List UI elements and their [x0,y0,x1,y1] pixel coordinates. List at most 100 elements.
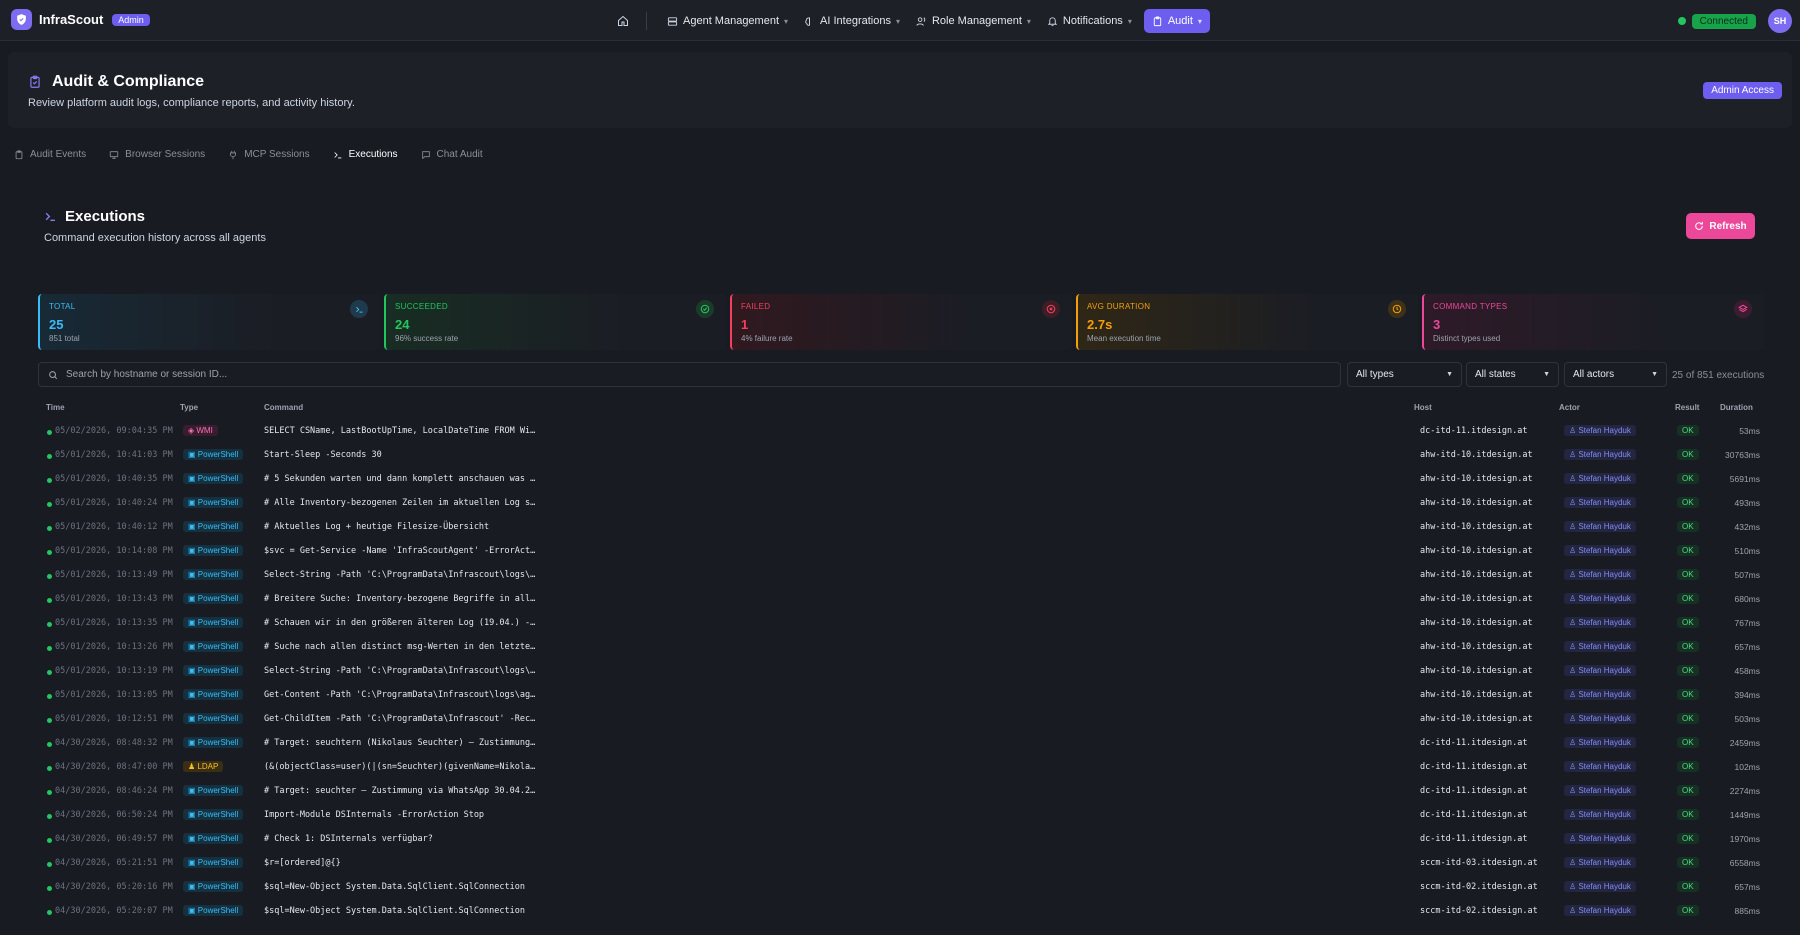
tab-chat-audit[interactable]: Chat Audit [421,149,483,160]
type-label: PowerShell [197,666,239,675]
actor-name: Stefan Hayduk [1578,450,1631,459]
col-command[interactable]: Command [264,403,303,412]
table-row[interactable]: 04/30/2026, 05:21:51 PM ▣ PowerShell $r=[o… [38,852,1762,876]
cell-command[interactable]: # 5 Sekunden warten und dann komplett an… [264,474,535,484]
table-row[interactable]: 05/01/2026, 10:40:12 PM ▣ PowerShell # Akt… [38,516,1762,540]
cell-command[interactable]: $sql=New-Object System.Data.SqlClient.Sq… [264,906,525,916]
table-row[interactable]: 05/01/2026, 10:40:24 PM ▣ PowerShell # All… [38,492,1762,516]
cell-host: ahw-itd-10.itdesign.at [1420,546,1533,556]
cell-command[interactable]: # Aktuelles Log + heutige Filesize-Übers… [264,522,489,532]
type-icon: ▣ [188,498,198,507]
type-label: PowerShell [197,618,239,627]
cell-command[interactable]: # Target: seuchter — Zustimmung via What… [264,786,535,796]
table-row[interactable]: 04/30/2026, 05:20:16 PM ▣ PowerShell $sql=… [38,876,1762,900]
cell-host: dc-itd-11.itdesign.at [1420,834,1528,844]
col-result[interactable]: Result [1675,403,1699,412]
type-badge: ▣ PowerShell [183,713,244,724]
search-input[interactable]: Search by hostname or session ID... [38,362,1341,387]
type-filter-select[interactable]: All types ▼ [1347,362,1462,387]
table-row[interactable]: 05/02/2026, 09:04:35 PM ◈ WMI SELECT CSNam… [38,420,1762,444]
check-circle-icon [696,300,714,318]
actor-badge: ♙ Stefan Hayduk [1564,497,1636,508]
cell-time: 05/01/2026, 10:14:08 PM [55,546,173,556]
table-row[interactable]: 04/30/2026, 08:47:00 PM ♟ LDAP (&(objectCl… [38,756,1762,780]
cell-command[interactable]: Select-String -Path 'C:\ProgramData\Infr… [264,666,535,676]
result-badge: OK [1677,497,1699,508]
type-label: PowerShell [197,738,239,747]
cell-time: 05/01/2026, 10:13:49 PM [55,570,173,580]
cell-command[interactable]: (&(objectClass=user)(|(sn=Seuchter)(give… [264,762,535,772]
table-row[interactable]: 04/30/2026, 08:48:32 PM ▣ PowerShell # Tar… [38,732,1762,756]
col-host[interactable]: Host [1414,403,1432,412]
table-row[interactable]: 05/01/2026, 10:13:43 PM ▣ PowerShell # Bre… [38,588,1762,612]
actor-badge: ♙ Stefan Hayduk [1564,641,1636,652]
result-badge: OK [1677,881,1699,892]
cell-command[interactable]: # Breitere Suche: Inventory-bezogene Beg… [264,594,535,604]
table-row[interactable]: 05/01/2026, 10:40:35 PM ▣ PowerShell # 5 S… [38,468,1762,492]
table-row[interactable]: 05/01/2026, 10:13:35 PM ▣ PowerShell # Sch… [38,612,1762,636]
table-row[interactable]: 05/01/2026, 10:13:26 PM ▣ PowerShell # Suc… [38,636,1762,660]
nav-agent-management[interactable]: Agent Management ▾ [659,9,796,33]
cell-command[interactable]: # Check 1: DSInternals verfügbar? [264,834,433,844]
status-dot [47,622,52,627]
table-row[interactable]: 04/30/2026, 08:46:24 PM ▣ PowerShell # Tar… [38,780,1762,804]
type-icon: ▣ [188,450,198,459]
actor-badge: ♙ Stefan Hayduk [1564,665,1636,676]
table-row[interactable]: 05/01/2026, 10:13:19 PM ▣ PowerShell Selec… [38,660,1762,684]
type-badge: ▣ PowerShell [183,593,244,604]
type-label: PowerShell [197,594,239,603]
tab-audit-events[interactable]: Audit Events [14,149,86,160]
actor-name: Stefan Hayduk [1578,906,1631,915]
home-icon[interactable] [612,10,634,32]
type-label: PowerShell [197,546,239,555]
tab-mcp-sessions[interactable]: MCP Sessions [228,149,310,160]
cell-command[interactable]: Get-ChildItem -Path 'C:\ProgramData\Infr… [264,714,535,724]
table-row[interactable]: 04/30/2026, 05:20:07 PM ▣ PowerShell $sql=… [38,900,1762,924]
table-row[interactable]: 05/01/2026, 10:12:51 PM ▣ PowerShell Get-C… [38,708,1762,732]
nav-ai-integrations[interactable]: AI Integrations ▾ [796,9,908,33]
cell-host: ahw-itd-10.itdesign.at [1420,570,1533,580]
nav-audit[interactable]: Audit ▾ [1143,9,1210,33]
cell-command[interactable]: Import-Module DSInternals -ErrorAction S… [264,810,484,820]
table-row[interactable]: 05/01/2026, 10:14:08 PM ▣ PowerShell $svc … [38,540,1762,564]
table-row[interactable]: 04/30/2026, 06:50:24 PM ▣ PowerShell Impor… [38,804,1762,828]
table-row[interactable]: 05/01/2026, 10:41:03 PM ▣ PowerShell Start… [38,444,1762,468]
col-type[interactable]: Type [180,403,198,412]
status-dot [47,766,52,771]
cell-command[interactable]: Get-Content -Path 'C:\ProgramData\Infras… [264,690,535,700]
actor-badge: ♙ Stefan Hayduk [1564,689,1636,700]
cell-time: 04/30/2026, 08:47:00 PM [55,762,173,772]
user-avatar[interactable]: SH [1768,9,1792,33]
state-filter-select[interactable]: All states ▼ [1466,362,1559,387]
table-row[interactable]: 05/01/2026, 10:13:49 PM ▣ PowerShell Selec… [38,564,1762,588]
cell-command[interactable]: Select-String -Path 'C:\ProgramData\Infr… [264,570,535,580]
status-dot [47,526,52,531]
tab-browser-sessions[interactable]: Browser Sessions [109,149,205,160]
stat-sub: 851 total [49,334,80,343]
table-row[interactable]: 05/01/2026, 10:13:05 PM ▣ PowerShell Get-C… [38,684,1762,708]
tab-executions[interactable]: Executions [333,149,398,160]
col-actor[interactable]: Actor [1559,403,1580,412]
clock-icon [1388,300,1406,318]
cell-command[interactable]: SELECT CSName, LastBootUpTime, LocalDate… [264,426,535,436]
nav-notifications[interactable]: Notifications ▾ [1039,9,1140,33]
cell-command[interactable]: Start-Sleep -Seconds 30 [264,450,382,460]
cell-host: ahw-itd-10.itdesign.at [1420,642,1533,652]
cell-host: dc-itd-11.itdesign.at [1420,810,1528,820]
cell-command[interactable]: # Alle Inventory-bezogenen Zeilen im akt… [264,498,535,508]
actor-filter-select[interactable]: All actors ▼ [1564,362,1667,387]
actor-name: Stefan Hayduk [1578,474,1631,483]
cell-command[interactable]: $svc = Get-Service -Name 'InfraScoutAgen… [264,546,535,556]
cell-command[interactable]: $r=[ordered]@{} [264,858,341,868]
cell-command[interactable]: # Suche nach allen distinct msg-Werten i… [264,642,535,652]
cell-command[interactable]: # Schauen wir in den größeren älteren Lo… [264,618,535,628]
brand[interactable]: InfraScout Admin [11,9,150,30]
refresh-button[interactable]: Refresh [1686,213,1755,239]
cell-command[interactable]: $sql=New-Object System.Data.SqlClient.Sq… [264,882,525,892]
table-row[interactable]: 04/30/2026, 06:49:57 PM ▣ PowerShell # Che… [38,828,1762,852]
nav-role-management[interactable]: Role Management ▾ [908,9,1039,33]
col-time[interactable]: Time [46,403,65,412]
cell-duration: 2459ms [1729,738,1760,748]
cell-command[interactable]: # Target: seuchtern (Nikolaus Seuchter) … [264,738,535,748]
col-duration[interactable]: Duration [1720,403,1753,412]
